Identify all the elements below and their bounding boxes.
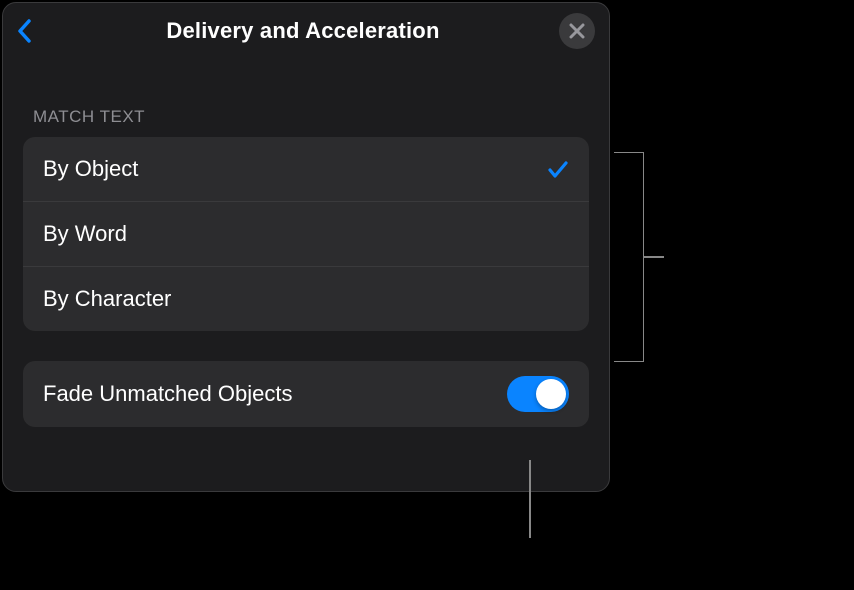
checkmark-icon: [547, 158, 569, 180]
fade-unmatched-row: Fade Unmatched Objects: [23, 361, 589, 427]
match-text-section-header: MATCH TEXT: [23, 59, 589, 137]
settings-popover: Delivery and Acceleration MATCH TEXT By …: [2, 2, 610, 492]
callout-bracket: [614, 152, 644, 362]
fade-unmatched-group: Fade Unmatched Objects: [23, 361, 589, 427]
fade-unmatched-toggle[interactable]: [507, 376, 569, 412]
option-label: By Word: [43, 221, 127, 247]
match-text-option-by-word[interactable]: By Word: [23, 202, 589, 267]
close-icon: [569, 23, 585, 39]
option-label: By Object: [43, 156, 138, 182]
chevron-left-icon: [17, 19, 31, 43]
callout-line: [529, 460, 531, 538]
callout-line: [644, 256, 664, 258]
fade-unmatched-label: Fade Unmatched Objects: [43, 381, 292, 407]
close-button[interactable]: [559, 13, 595, 49]
toggle-knob: [536, 379, 566, 409]
match-text-option-by-object[interactable]: By Object: [23, 137, 589, 202]
popover-content: MATCH TEXT By Object By Word By Characte…: [3, 59, 609, 427]
popover-title: Delivery and Acceleration: [166, 18, 439, 44]
back-button[interactable]: [17, 16, 47, 46]
option-label: By Character: [43, 286, 171, 312]
popover-header: Delivery and Acceleration: [3, 3, 609, 59]
match-text-option-list: By Object By Word By Character: [23, 137, 589, 331]
match-text-option-by-character[interactable]: By Character: [23, 267, 589, 331]
